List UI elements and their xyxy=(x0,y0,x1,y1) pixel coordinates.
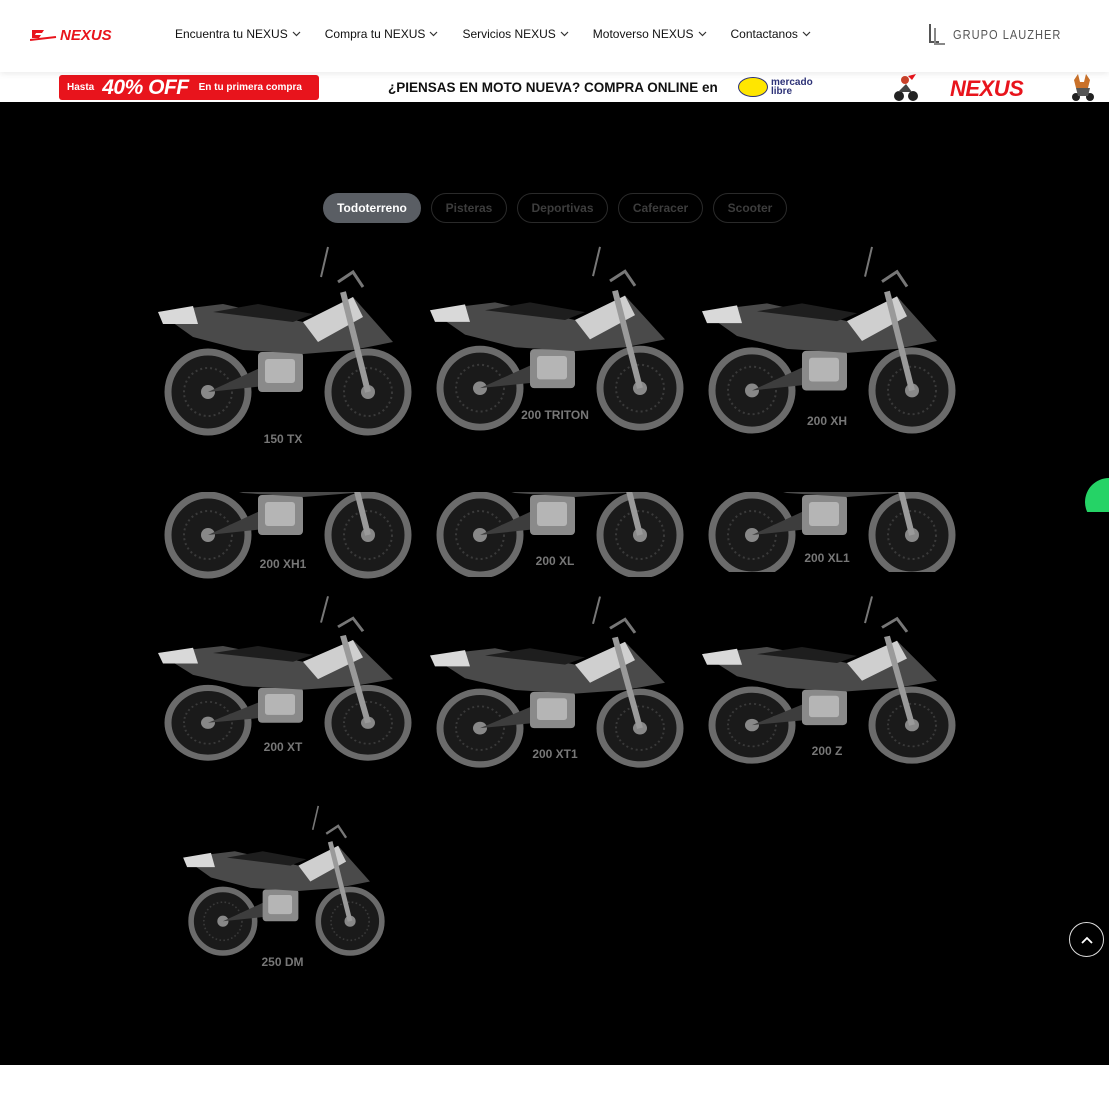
catalog-section: Todoterreno Pisteras Deportivas Caferace… xyxy=(0,102,1109,1065)
tab-todoterreno[interactable]: Todoterreno xyxy=(323,193,421,223)
tab-pisteras[interactable]: Pisteras xyxy=(431,193,507,223)
motorcycle-card[interactable]: 250 DM xyxy=(175,802,390,975)
whatsapp-icon xyxy=(1085,478,1109,512)
motorcycle-card[interactable]: 200 XH1 xyxy=(153,460,413,579)
nav-item-label: Motoverso NEXUS xyxy=(592,27,694,41)
partner-brand-text: GRUPO LAUZHER xyxy=(953,26,1062,42)
nav-item-contactanos[interactable]: Contactanos xyxy=(731,27,811,41)
tab-caferacer[interactable]: Caferacer xyxy=(618,193,703,223)
motorcycle-image xyxy=(183,805,385,956)
chevron-down-icon xyxy=(560,31,569,37)
motorcycle-card[interactable]: 200 XT1 xyxy=(425,592,685,769)
nav-item-label: Encuentra tu NEXUS xyxy=(175,27,288,41)
banner-headline: ¿PIENSAS EN MOTO NUEVA? COMPRA ONLINE en xyxy=(388,80,718,95)
scroll-to-top-button[interactable] xyxy=(1069,922,1104,957)
motorcycle-name: 250 DM xyxy=(261,955,304,969)
svg-text:NEXUS: NEXUS xyxy=(60,27,112,44)
nav-item-compra[interactable]: Compra tu NEXUS xyxy=(325,27,439,41)
nav-item-label: Contactanos xyxy=(730,27,798,41)
motorcycle-card[interactable]: 200 XL1 xyxy=(697,460,957,572)
motorcycle-image-frame xyxy=(425,592,685,769)
tab-deportivas[interactable]: Deportivas xyxy=(517,193,608,223)
motorcycle-name: 150 TX xyxy=(263,432,303,446)
chevron-down-icon xyxy=(802,31,811,37)
site-header: NEXUS Encuentra tu NEXUS Compra tu NEXUS… xyxy=(0,0,1109,72)
lauzher-mark-icon xyxy=(929,24,946,45)
nav-item-servicios[interactable]: Servicios NEXUS xyxy=(462,27,569,41)
motorcycle-image-frame xyxy=(175,802,390,957)
promo-discount: 40% OFF xyxy=(102,75,189,99)
main-nav: Encuentra tu NEXUS Compra tu NEXUS Servi… xyxy=(175,27,835,41)
mercado-libre-logo: mercado libre xyxy=(738,77,813,97)
page-footer xyxy=(0,1065,1109,1100)
promo-suffix: En tu primera compra xyxy=(198,82,302,93)
motorcycle-name: 200 XT xyxy=(263,740,303,754)
motorcycle-card[interactable]: 200 XT xyxy=(153,592,413,762)
motorcycle-image-frame xyxy=(697,242,957,435)
motorcycle-name: 200 Z xyxy=(811,744,843,758)
motorcycle-name: 200 XH xyxy=(806,414,848,428)
discount-badge: Hasta 40% OFF En tu primera compra xyxy=(59,75,319,100)
motorcycle-name: 200 XT1 xyxy=(532,747,578,761)
promo-prefix: Hasta xyxy=(67,82,95,93)
motorcycle-image xyxy=(430,246,684,431)
whatsapp-button[interactable] xyxy=(1085,478,1109,512)
motorcycle-name: 200 XH1 xyxy=(259,557,307,571)
category-tabs: Todoterreno Pisteras Deportivas Caferace… xyxy=(323,193,797,223)
handshake-icon xyxy=(738,77,768,97)
motorcycle-image xyxy=(702,246,956,434)
nav-item-label: Servicios NEXUS xyxy=(462,27,556,41)
motorcycle-name: 200 TRITON xyxy=(521,408,589,422)
motorcycle-image-frame xyxy=(153,242,413,437)
marketplace-line2: libre xyxy=(771,86,793,97)
grupo-lauzher-logo[interactable]: GRUPO LAUZHER xyxy=(927,22,1081,46)
motorcycle-image xyxy=(158,246,412,436)
nav-item-motoverso[interactable]: Motoverso NEXUS xyxy=(593,27,707,41)
motorcycle-card[interactable]: 150 TX xyxy=(153,242,413,452)
motorcycle-image-frame xyxy=(425,242,685,432)
motorcycle-name: 200 XL1 xyxy=(804,551,850,565)
fox-mascot-icon xyxy=(1072,74,1094,101)
tab-scooter[interactable]: Scooter xyxy=(713,193,787,223)
motorcycle-card[interactable]: 200 XL xyxy=(425,460,685,577)
chevron-down-icon xyxy=(698,31,706,37)
promo-banner[interactable]: Hasta 40% OFF En tu primera compra ¿PIEN… xyxy=(0,72,1109,102)
chevron-down-icon xyxy=(292,31,301,37)
motorcycle-card[interactable]: 200 Z xyxy=(697,592,957,764)
nav-item-encuentra[interactable]: Encuentra tu NEXUS xyxy=(175,27,301,41)
motorcycle-image xyxy=(158,596,412,761)
nexus-logo[interactable]: NEXUS xyxy=(29,24,126,46)
motorcycle-name: 200 XL xyxy=(535,554,575,568)
chevron-down-icon xyxy=(430,31,438,37)
banner-nexus-logo: NEXUS xyxy=(950,76,1024,101)
motorcycle-image-frame xyxy=(153,592,413,762)
motorcycle-image xyxy=(702,596,956,764)
rider-mascot-icon xyxy=(894,74,918,101)
motorcycle-card[interactable]: 200 TRITON xyxy=(425,242,685,431)
motorcycle-image-frame xyxy=(697,592,957,765)
nav-item-label: Compra tu NEXUS xyxy=(324,27,426,41)
motorcycle-card[interactable]: 200 XH xyxy=(697,242,957,434)
motorcycle-image xyxy=(430,596,684,768)
chevron-up-icon xyxy=(1080,936,1093,944)
